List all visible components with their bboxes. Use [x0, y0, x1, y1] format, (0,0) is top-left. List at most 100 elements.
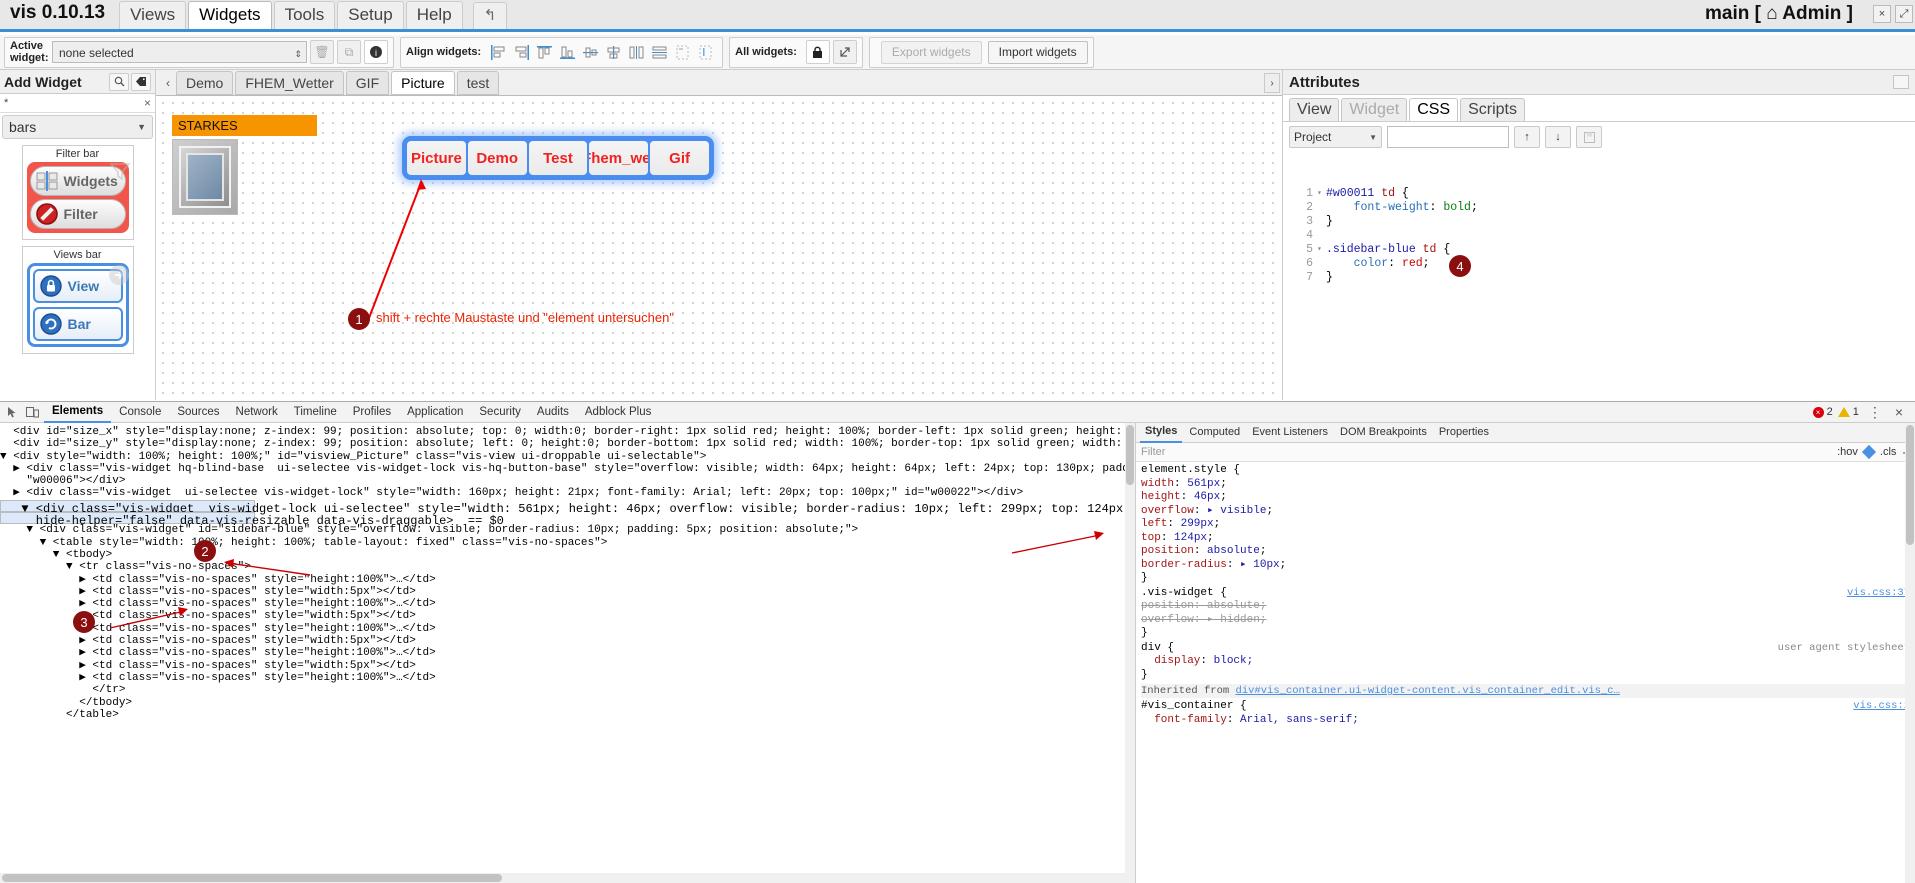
dom-line[interactable]: ▶ <div class="vis-widget ui-selectee vis…: [0, 487, 1135, 499]
widget-pill-bar[interactable]: Bar: [32, 307, 123, 341]
styles-tab-event-listeners[interactable]: Event Listeners: [1247, 423, 1333, 442]
view-tab-gif[interactable]: GIF: [345, 70, 390, 95]
align-left-icon[interactable]: [489, 43, 508, 62]
copy-icon[interactable]: ⧉: [337, 40, 361, 64]
distribute-vertical-icon[interactable]: [650, 43, 669, 62]
css-rule-selector[interactable]: div {: [1141, 642, 1174, 654]
widget-filter-value[interactable]: *: [4, 97, 8, 109]
inspect-icon[interactable]: [4, 404, 20, 420]
css-declaration[interactable]: display: block;: [1141, 655, 1910, 669]
dom-line[interactable]: </tr>: [0, 684, 1135, 696]
import-widgets-button[interactable]: Import widgets: [987, 40, 1088, 64]
elements-tree[interactable]: <div id="size_x" style="display:none; z-…: [0, 423, 1135, 883]
move-down-button[interactable]: ↓: [1545, 126, 1571, 148]
nav-button-fhem-wet[interactable]: Fhem_wet: [589, 141, 649, 175]
align-vcenter-icon[interactable]: [581, 43, 600, 62]
search-icon[interactable]: [109, 72, 129, 91]
css-declaration[interactable]: font-family: Arial, sans-serif;: [1141, 714, 1910, 728]
align-right-icon[interactable]: [512, 43, 531, 62]
dom-line[interactable]: ▶ <td class="vis-no-spaces" style="width…: [0, 635, 1135, 647]
css-rule-selector[interactable]: #vis_container {: [1141, 700, 1247, 712]
css-declaration[interactable]: overflow: ▸ hidden;: [1141, 614, 1910, 628]
dom-line[interactable]: ▶ <td class="vis-no-spaces" style="width…: [0, 660, 1135, 672]
settings-icon[interactable]: ⋮: [1864, 404, 1886, 421]
dom-line[interactable]: ▶ <td class="vis-no-spaces" style="width…: [0, 610, 1135, 622]
devtools-tab-security[interactable]: Security: [471, 402, 529, 422]
css-project-select[interactable]: Project ▼: [1289, 126, 1382, 148]
distribute-horizontal-icon[interactable]: [627, 43, 646, 62]
view-canvas[interactable]: STARKES Picture Demo Test Fhem_wet Gif 1…: [156, 96, 1282, 400]
color-scheme-icon[interactable]: [1861, 444, 1876, 460]
align-baseline-icon[interactable]: [696, 43, 715, 62]
inherited-target-link[interactable]: div#vis_container.ui-widget-content.vis_…: [1236, 685, 1620, 697]
elements-vscrollbar[interactable]: [1125, 423, 1135, 883]
menu-widgets[interactable]: Widgets: [188, 1, 272, 29]
nav-button-demo[interactable]: Demo: [467, 141, 527, 175]
css-rule-source[interactable]: vis.css:2: [1853, 700, 1910, 714]
css-declaration[interactable]: border-radius: ▸ 10px;: [1141, 559, 1910, 573]
dom-line[interactable]: </tbody>: [0, 697, 1135, 709]
menu-help[interactable]: Help: [405, 1, 463, 29]
styles-tab-dom-breakpoints[interactable]: DOM Breakpoints: [1335, 423, 1432, 442]
dom-line[interactable]: ▶ <td class="vis-no-spaces" style="heigh…: [0, 574, 1135, 586]
blind-widget[interactable]: [172, 139, 238, 215]
widget-group-bars[interactable]: bars ▼: [2, 115, 153, 139]
dom-line-selected[interactable]: hide-helper="false" data-vis-resizable d…: [0, 512, 504, 527]
css-code-editor[interactable]: 1 ▾ #w00011 td { 2 font-weight: bold; 3} 4…: [1283, 185, 1915, 400]
css-declaration[interactable]: position: absolute;: [1141, 545, 1910, 559]
close-icon[interactable]: ×: [144, 96, 151, 110]
warning-count-badge[interactable]: 1: [1837, 406, 1859, 418]
fold-icon[interactable]: ▾: [1317, 243, 1326, 257]
device-toolbar-icon[interactable]: [24, 404, 40, 420]
dom-line[interactable]: ▶ <td class="vis-no-spaces" style="heigh…: [0, 623, 1135, 635]
tab-css[interactable]: CSS: [1409, 98, 1459, 121]
styles-tab-styles[interactable]: Styles: [1140, 422, 1183, 443]
devtools-tab-network[interactable]: Network: [228, 402, 286, 422]
sidebar-blue-widget[interactable]: Picture Demo Test Fhem_wet Gif: [402, 136, 714, 180]
devtools-tab-profiles[interactable]: Profiles: [345, 402, 399, 422]
devtools-tab-elements[interactable]: Elements: [44, 401, 112, 423]
align-bottom-icon[interactable]: [558, 43, 577, 62]
nav-button-test[interactable]: Test: [528, 141, 588, 175]
dom-line[interactable]: ▼ <tr class="vis-no-spaces">: [0, 561, 1135, 573]
dom-line[interactable]: ▶ <td class="vis-no-spaces" style="heigh…: [0, 647, 1135, 659]
devtools-tab-timeline[interactable]: Timeline: [286, 402, 345, 422]
window-close-button[interactable]: ×: [1873, 5, 1891, 23]
styles-tab-computed[interactable]: Computed: [1184, 423, 1245, 442]
view-tab-picture[interactable]: Picture: [391, 70, 455, 95]
devtools-tab-console[interactable]: Console: [111, 402, 169, 422]
dom-line-selected[interactable]: ▼ <div class="vis-widget vis-widget-lock…: [0, 499, 1135, 515]
align-top-icon[interactable]: [535, 43, 554, 62]
scrollbar-thumb[interactable]: [1126, 425, 1134, 485]
elements-hscrollbar[interactable]: [0, 873, 1125, 883]
move-up-button[interactable]: ↑: [1514, 126, 1540, 148]
fold-icon[interactable]: ▾: [1317, 187, 1326, 201]
save-icon[interactable]: [1576, 126, 1602, 148]
css-declaration[interactable]: overflow: ▸ visible;: [1141, 505, 1910, 519]
resize-grip-icon[interactable]: [1893, 75, 1909, 89]
devtools-tab-sources[interactable]: Sources: [169, 402, 227, 422]
css-rules-list[interactable]: element.style { width: 561px; height: 46…: [1136, 462, 1915, 883]
dom-line[interactable]: ▼ <tbody>: [0, 549, 1135, 561]
styles-vscrollbar[interactable]: [1905, 423, 1915, 883]
tab-widget[interactable]: Widget: [1341, 98, 1408, 121]
export-widgets-button[interactable]: Export widgets: [880, 40, 982, 64]
tab-view[interactable]: View: [1289, 98, 1340, 121]
devtools-tab-audits[interactable]: Audits: [529, 402, 577, 422]
dom-line[interactable]: ▶ <td class="vis-no-spaces" style="heigh…: [0, 598, 1135, 610]
window-maximize-button[interactable]: ⤢: [1895, 5, 1913, 23]
scrollbar-thumb[interactable]: [2, 874, 502, 882]
css-rule-source[interactable]: vis.css:37: [1847, 587, 1910, 601]
css-rule-selector[interactable]: .vis-widget {: [1141, 587, 1227, 599]
tabs-expand-icon[interactable]: ›: [1264, 73, 1280, 93]
widget-pill-filter[interactable]: Filter: [29, 199, 126, 229]
menu-tools[interactable]: Tools: [273, 1, 336, 29]
external-link-icon[interactable]: [832, 40, 857, 64]
nav-button-picture[interactable]: Picture: [407, 141, 466, 175]
dom-line[interactable]: ▶ <td class="vis-no-spaces" style="width…: [0, 586, 1135, 598]
css-name-input[interactable]: [1387, 126, 1509, 148]
css-rule-selector[interactable]: element.style {: [1141, 464, 1910, 478]
css-declaration[interactable]: top: 124px;: [1141, 532, 1910, 546]
tag-icon[interactable]: [131, 72, 151, 91]
dom-line[interactable]: <div id="size_x" style="display:none; z-…: [0, 426, 1135, 438]
